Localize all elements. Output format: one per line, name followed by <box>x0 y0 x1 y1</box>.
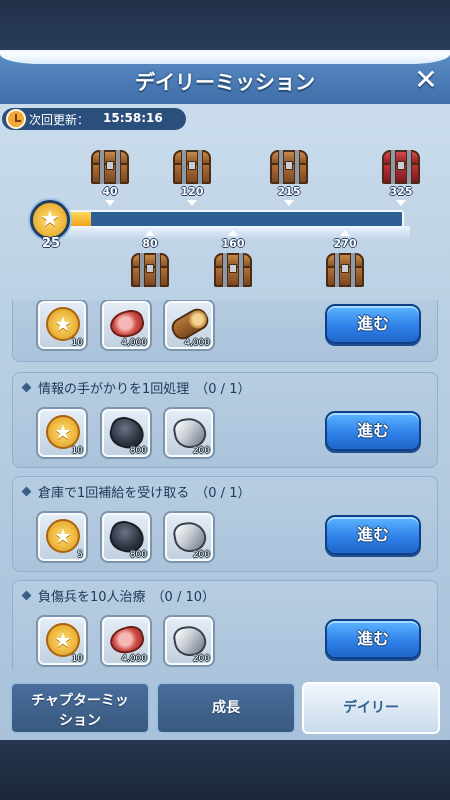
milestone-label: 40 <box>102 185 118 198</box>
milestone-marker <box>105 200 115 206</box>
tab-growth[interactable]: 成長 <box>156 682 296 734</box>
reward-slot[interactable]: ★ 10 <box>36 300 88 351</box>
mission-card: 情報の手がかりを1回処理 （0 / 1） ★ 10 800 200 進む <box>12 372 438 468</box>
refresh-timer: 次回更新： 15:58:16 <box>2 108 186 130</box>
header-snow <box>0 52 450 64</box>
coin-icon: ★ <box>46 415 80 449</box>
milestone-label: 215 <box>277 185 301 198</box>
reward-slot[interactable]: ★ 10 <box>36 615 88 667</box>
background-bottom <box>0 740 450 800</box>
chest-270-icon[interactable] <box>326 253 364 287</box>
milestone-marker <box>340 230 350 236</box>
chest-120-icon[interactable] <box>173 150 211 184</box>
reward-slot[interactable]: 200 <box>163 407 215 459</box>
bullet-icon <box>21 486 32 497</box>
milestone-marker <box>396 200 406 206</box>
bullet-icon <box>21 382 32 393</box>
mission-card: 負傷兵を10人治療 （0 / 10） ★ 10 4,000 200 進む <box>12 580 438 670</box>
milestone-marker <box>145 230 155 236</box>
reward-qty: 4,000 <box>121 338 147 348</box>
chest-160-icon[interactable] <box>214 253 252 287</box>
reward-slot[interactable]: 4,000 <box>100 615 152 667</box>
reward-slot[interactable]: 200 <box>163 511 215 563</box>
meat-icon <box>107 623 147 657</box>
chest-325-icon[interactable] <box>382 150 420 184</box>
chest-215-icon[interactable] <box>270 150 308 184</box>
milestone-marker <box>284 200 294 206</box>
background-top <box>0 0 450 50</box>
milestone-label: 80 <box>142 237 158 250</box>
reward-qty: 10 <box>71 654 83 664</box>
reward-slot[interactable]: 800 <box>100 407 152 459</box>
coin-icon: ★ <box>46 519 80 553</box>
reward-qty: 4,000 <box>121 654 147 664</box>
progress-bar <box>64 210 404 228</box>
reward-qty: 4,000 <box>184 338 210 348</box>
go-button[interactable]: 進む <box>325 411 421 451</box>
mission-list[interactable]: ★ 10 4,000 4,000 進む 情報の手がかりを1回処理 （0 / 1） … <box>12 300 438 670</box>
tab-daily[interactable]: デイリー <box>302 682 440 734</box>
tab-bar: チャプターミッ ション 成長 デイリー <box>0 682 450 742</box>
daily-mission-panel: デイリーミッション ✕ 次回更新： 15:58:16 40 120 215 32… <box>0 50 450 740</box>
reward-slot[interactable]: ★ 10 <box>36 407 88 459</box>
meat-icon <box>107 307 147 341</box>
milestone-marker <box>187 200 197 206</box>
reward-slot[interactable]: 4,000 <box>163 300 215 351</box>
close-icon: ✕ <box>414 63 438 96</box>
activity-points-icon: ★ <box>30 200 70 240</box>
go-button[interactable]: 進む <box>325 304 421 344</box>
reward-qty: 200 <box>192 654 210 664</box>
tab-chapter-mission[interactable]: チャプターミッ ション <box>10 682 150 734</box>
clock-icon <box>6 109 26 129</box>
mission-title: 倉庫で1回補給を受け取る （0 / 1） <box>21 482 250 501</box>
coin-icon: ★ <box>46 623 80 657</box>
chest-80-icon[interactable] <box>131 253 169 287</box>
timer-label: 次回更新： <box>29 113 90 127</box>
mission-card: ★ 10 4,000 4,000 進む <box>12 300 438 362</box>
reward-qty: 200 <box>192 446 210 456</box>
go-button[interactable]: 進む <box>325 619 421 659</box>
mission-title: 負傷兵を10人治療 （0 / 10） <box>21 586 215 605</box>
reward-slot[interactable]: ★ 5 <box>36 511 88 563</box>
milestone-label: 270 <box>333 237 357 250</box>
reward-slot[interactable]: 4,000 <box>100 300 152 351</box>
reward-slot[interactable]: 800 <box>100 511 152 563</box>
page-title: デイリーミッション <box>135 70 315 94</box>
chest-40-icon[interactable] <box>91 150 129 184</box>
close-button[interactable]: ✕ <box>412 66 440 94</box>
panel-header: デイリーミッション ✕ <box>0 50 450 104</box>
reward-qty: 800 <box>129 550 147 560</box>
reward-slot[interactable]: 200 <box>163 615 215 667</box>
reward-qty: 200 <box>192 550 210 560</box>
reward-qty: 800 <box>129 446 147 456</box>
go-button[interactable]: 進む <box>325 515 421 555</box>
coin-icon: ★ <box>46 307 80 341</box>
mission-title: 情報の手がかりを1回処理 （0 / 1） <box>21 378 250 397</box>
bullet-icon <box>21 590 32 601</box>
milestone-label: 120 <box>180 185 204 198</box>
timer-value: 15:58:16 <box>103 111 163 125</box>
reward-qty: 10 <box>71 338 83 348</box>
reward-qty: 10 <box>71 446 83 456</box>
milestone-label: 325 <box>389 185 413 198</box>
mission-card: 倉庫で1回補給を受け取る （0 / 1） ★ 5 800 200 進む <box>12 476 438 572</box>
milestone-marker <box>228 230 238 236</box>
reward-qty: 5 <box>77 550 83 560</box>
milestone-label: 160 <box>221 237 245 250</box>
current-points: 25 <box>41 236 61 251</box>
